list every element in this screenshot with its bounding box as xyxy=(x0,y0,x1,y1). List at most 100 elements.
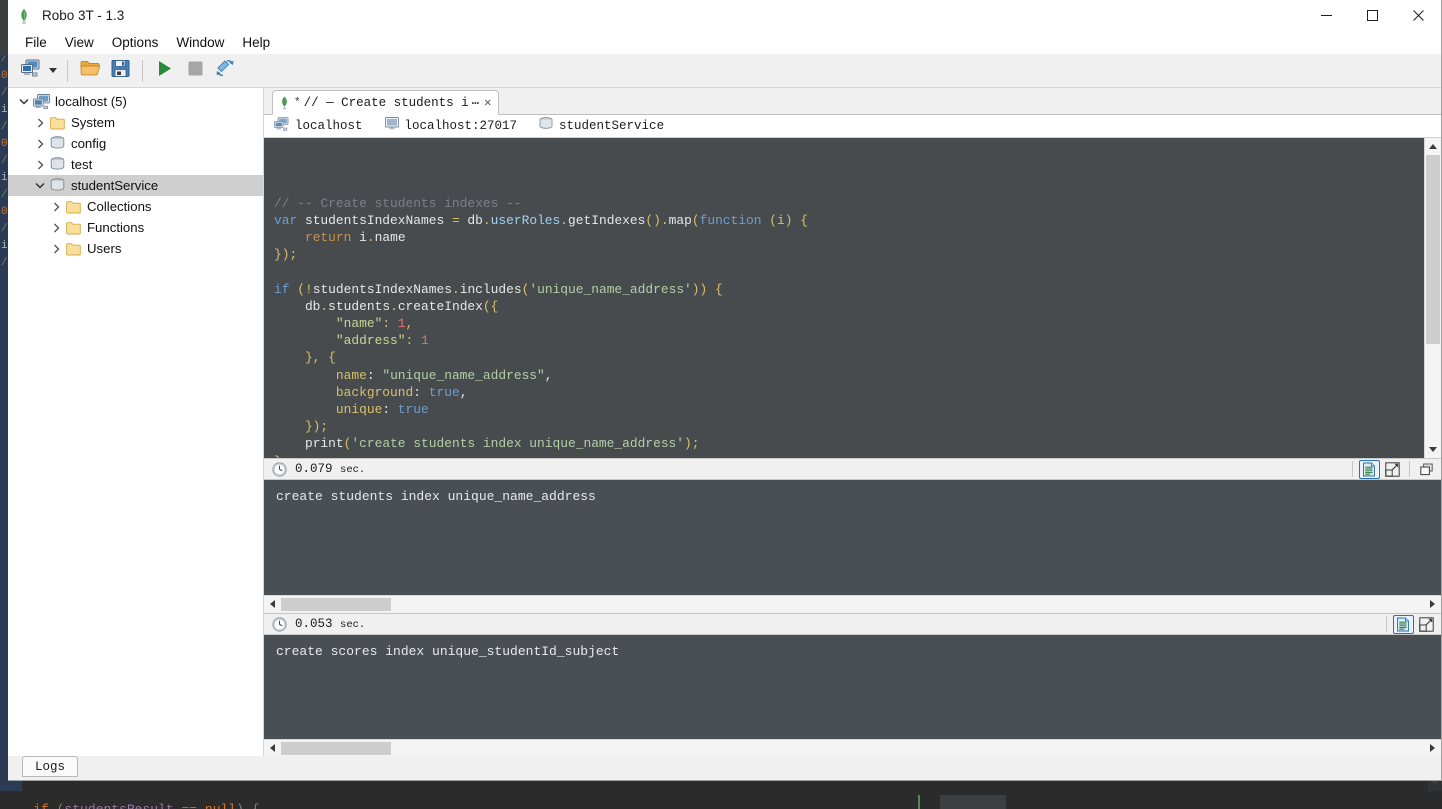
result-time-2: 0.053 sec. xyxy=(295,617,366,631)
code-token: userRoles xyxy=(490,212,561,228)
hscroll-thumb[interactable] xyxy=(281,597,391,611)
code-token: : xyxy=(405,333,421,349)
maximize-panel-button[interactable] xyxy=(1416,615,1437,634)
sidebar-item-test[interactable]: test xyxy=(8,154,263,175)
code-token: "unique_name_address" xyxy=(382,367,545,383)
view-as-text-button[interactable] xyxy=(1393,614,1414,634)
code-token: { xyxy=(715,281,723,297)
result-output-2[interactable]: create scores index unique_studentId_sub… xyxy=(264,635,1441,739)
scroll-thumb[interactable] xyxy=(1426,155,1440,344)
rotate-layout-button[interactable] xyxy=(210,57,240,85)
code-token: createIndex xyxy=(397,298,483,314)
code-token: students xyxy=(328,298,391,314)
menu-options[interactable]: Options xyxy=(103,33,168,52)
sidebar-item-studentservice[interactable]: studentService xyxy=(8,175,263,196)
code-token: (i) xyxy=(769,212,793,228)
result-header-buttons-1 xyxy=(1348,459,1441,479)
sidebar-item-localhost-5[interactable]: localhost (5) xyxy=(8,91,263,112)
sidebar-item-users[interactable]: Users xyxy=(8,238,263,259)
detach-panel-button[interactable] xyxy=(1416,460,1437,479)
folder-icon xyxy=(64,196,82,217)
scroll-down-arrow-icon[interactable] xyxy=(1425,441,1441,458)
scroll-left-arrow-icon[interactable] xyxy=(264,740,281,757)
open-script-button[interactable] xyxy=(75,57,105,85)
chevron-right-icon[interactable] xyxy=(32,133,48,154)
chevron-right-icon[interactable] xyxy=(48,238,64,259)
connection-name[interactable]: localhost xyxy=(274,116,363,136)
execute-button[interactable] xyxy=(150,57,180,85)
save-script-button[interactable] xyxy=(105,57,135,85)
sidebar-item-functions[interactable]: Functions xyxy=(8,217,263,238)
scroll-up-arrow-icon[interactable] xyxy=(1425,138,1441,155)
explorer-sidebar[interactable]: localhost (5) System config test studentServ… xyxy=(8,88,264,756)
monitor-icon xyxy=(384,117,399,135)
connection-database[interactable]: studentService xyxy=(539,116,664,136)
scroll-right-arrow-icon[interactable] xyxy=(1424,740,1441,757)
code-token: . xyxy=(320,298,329,314)
code-token: (! xyxy=(297,281,313,297)
hscroll-thumb[interactable] xyxy=(281,741,391,755)
result-hscrollbar-2[interactable] xyxy=(264,739,1441,756)
editor-vertical-scrollbar[interactable] xyxy=(1424,138,1441,458)
hscroll-track[interactable] xyxy=(281,741,1424,756)
code-token: : xyxy=(382,316,398,332)
menu-view[interactable]: View xyxy=(56,33,103,52)
connect-dropdown[interactable] xyxy=(46,57,60,85)
leaf-icon xyxy=(279,96,291,109)
connect-button[interactable] xyxy=(16,57,46,85)
code-line: }); xyxy=(274,246,1424,263)
code-token: "address" xyxy=(335,333,406,349)
hscroll-track[interactable] xyxy=(281,597,1424,612)
code-token: db xyxy=(274,298,321,314)
logs-bar: Logs xyxy=(8,756,1441,780)
stop-button[interactable] xyxy=(180,57,210,85)
code-line: unique: true xyxy=(274,401,1424,418)
close-button[interactable] xyxy=(1395,0,1441,31)
chevron-right-icon[interactable] xyxy=(48,196,64,217)
leaf-icon xyxy=(16,8,32,24)
code-line: background: true, xyxy=(274,384,1424,401)
sidebar-item-label: localhost (5) xyxy=(55,94,127,109)
server-computer-icon xyxy=(32,91,50,112)
chevron-down-icon[interactable] xyxy=(16,91,32,112)
menu-file[interactable]: File xyxy=(16,33,56,52)
scroll-left-arrow-icon[interactable] xyxy=(264,596,281,613)
result-hscrollbar-1[interactable] xyxy=(264,595,1441,612)
code-token: // -- Create students indexes -- xyxy=(274,195,522,211)
maximize-button[interactable] xyxy=(1349,0,1395,31)
connection-host[interactable]: localhost:27017 xyxy=(384,117,517,135)
scroll-right-arrow-icon[interactable] xyxy=(1424,596,1441,613)
sidebar-item-collections[interactable]: Collections xyxy=(8,196,263,217)
menu-window[interactable]: Window xyxy=(167,33,233,52)
chevron-right-icon[interactable] xyxy=(48,217,64,238)
scroll-track[interactable] xyxy=(1425,155,1441,441)
chevron-right-icon[interactable] xyxy=(32,112,48,133)
minimize-button[interactable] xyxy=(1303,0,1349,31)
view-as-text-button[interactable] xyxy=(1359,459,1380,479)
code-token: "name" xyxy=(335,316,383,332)
query-tab[interactable]: * // — Create students i ⋯ ✕ xyxy=(272,90,500,115)
sidebar-item-config[interactable]: config xyxy=(8,133,263,154)
code-token: )) xyxy=(691,281,716,297)
code-line: }); xyxy=(274,418,1424,435)
tab-close-icon[interactable]: ✕ xyxy=(484,95,491,110)
robo3t-main-window: Robo 3T - 1.3 File View Options Window H… xyxy=(8,0,1442,781)
code-editor[interactable]: // -- Create students indexes -- var stud… xyxy=(264,138,1424,458)
query-tab-strip: * // — Create students i ⋯ ✕ xyxy=(264,88,1441,115)
maximize-panel-button[interactable] xyxy=(1382,460,1403,479)
menu-help[interactable]: Help xyxy=(233,33,279,52)
code-token: , xyxy=(544,367,553,383)
code-token: unique xyxy=(335,402,383,418)
chevron-down-icon[interactable] xyxy=(32,175,48,196)
sidebar-item-system[interactable]: System xyxy=(8,112,263,133)
orientation-swap-icon xyxy=(215,58,235,83)
tab-modified-marker: * xyxy=(294,96,301,109)
result-output-1[interactable]: create students index unique_name_addres… xyxy=(264,480,1441,595)
result-panel-2: 0.053 sec. create scores index unique_st… xyxy=(264,613,1441,756)
result-header-1: 0.079 sec. xyxy=(264,458,1441,480)
chevron-right-icon[interactable] xyxy=(32,154,48,175)
code-token: db xyxy=(467,212,483,228)
logs-tab[interactable]: Logs xyxy=(22,756,78,777)
